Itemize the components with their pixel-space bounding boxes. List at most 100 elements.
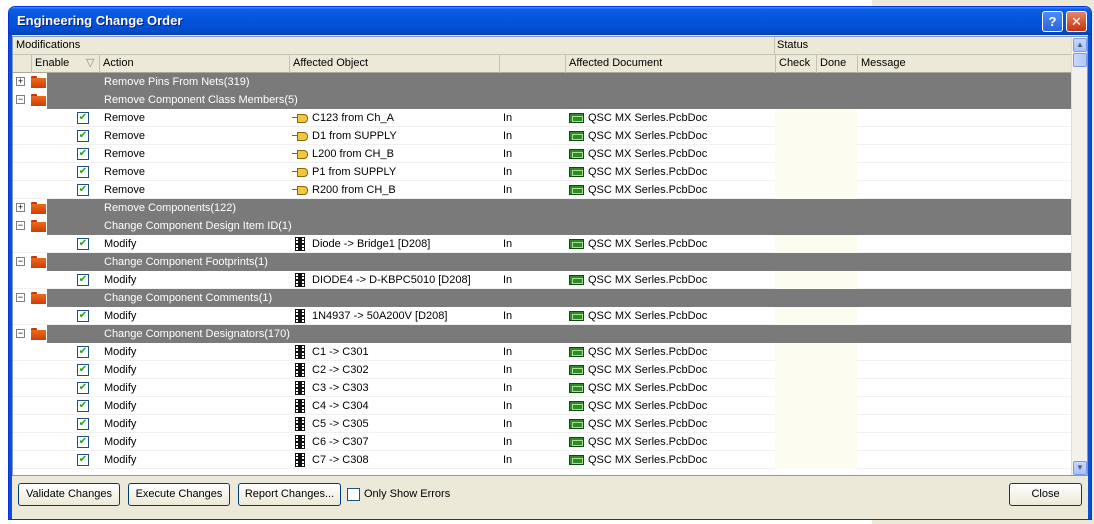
direction-cell: In [503, 238, 513, 250]
group-label: Remove Components(122) [104, 202, 237, 214]
change-row[interactable]: ✔ Remove C123 from Ch_A In QSC MX Serles.Pcb… [13, 109, 1073, 127]
enable-checkbox[interactable]: ✔ [77, 274, 89, 286]
direction-cell: In [503, 148, 513, 160]
column-affected-object[interactable]: Affected Object [289, 55, 499, 73]
expand-toggle-icon[interactable]: − [16, 95, 25, 104]
enable-checkbox[interactable]: ✔ [77, 112, 89, 124]
column-affected-document[interactable]: Affected Document [565, 55, 775, 73]
affected-object-cell: L200 from CH_B [312, 148, 394, 160]
change-row[interactable]: ✔ Modify C4 -> C304 In QSC MX Serles.PcbDoc [13, 397, 1073, 415]
group-row[interactable]: + Remove Components(122) [13, 199, 1073, 217]
change-row[interactable]: ✔ Remove P1 from SUPPLY In QSC MX Serles.Pcb… [13, 163, 1073, 181]
change-row[interactable]: ✔ Modify C3 -> C303 In QSC MX Serles.PcbDoc [13, 379, 1073, 397]
expand-toggle-icon[interactable]: + [16, 77, 25, 86]
change-row[interactable]: ✔ Remove L200 from CH_B In QSC MX Serles.Pcb… [13, 145, 1073, 163]
change-row[interactable]: ✔ Modify DIODE4 -> D-KBPC5010 [D208] In QSC … [13, 271, 1073, 289]
pcb-document-icon [569, 239, 584, 249]
help-button[interactable]: ? [1042, 11, 1063, 32]
change-row[interactable]: ✔ Modify Diode -> Bridge1 [D208] In QSC MX S… [13, 235, 1073, 253]
action-cell: Modify [104, 364, 137, 376]
affected-document-cell: QSC MX Serles.PcbDoc [588, 130, 708, 142]
pcb-document-icon [569, 419, 584, 429]
close-button[interactable]: Close [1009, 483, 1082, 506]
expand-toggle-icon[interactable]: − [16, 221, 25, 230]
action-cell: Modify [104, 454, 137, 466]
enable-checkbox[interactable]: ✔ [77, 130, 89, 142]
direction-cell: In [503, 364, 513, 376]
affected-document-cell: QSC MX Serles.PcbDoc [588, 364, 708, 376]
group-row[interactable]: − Change Component Comments(1) [13, 289, 1073, 307]
folder-icon [31, 76, 46, 88]
column-action[interactable]: Action [99, 55, 289, 73]
enable-checkbox[interactable]: ✔ [77, 238, 89, 250]
enable-checkbox[interactable]: ✔ [77, 346, 89, 358]
change-row[interactable]: ✔ Remove D1 from SUPPLY In QSC MX Serles.Pcb… [13, 127, 1073, 145]
component-icon [295, 417, 305, 431]
affected-document-cell: QSC MX Serles.PcbDoc [588, 184, 708, 196]
only-show-errors-checkbox[interactable] [347, 488, 360, 501]
validate-changes-button[interactable]: Validate Changes [18, 483, 120, 506]
component-icon [295, 399, 305, 413]
column-check[interactable]: Check [775, 55, 816, 73]
close-window-button[interactable]: ✕ [1066, 11, 1087, 32]
pcb-document-icon [569, 311, 584, 321]
group-row[interactable]: − Change Component Footprints(1) [13, 253, 1073, 271]
enable-checkbox[interactable]: ✔ [77, 184, 89, 196]
scroll-up-button[interactable]: ▲ [1073, 38, 1087, 52]
component-icon [295, 309, 305, 323]
column-enable[interactable]: Enable ▽ [31, 55, 99, 73]
expand-toggle-icon[interactable]: − [16, 257, 25, 266]
change-row[interactable]: ✔ Modify 1N4937 -> 50A200V [D208] In QSC MX … [13, 307, 1073, 325]
scroll-down-button[interactable]: ▼ [1073, 461, 1087, 475]
enable-checkbox[interactable]: ✔ [77, 400, 89, 412]
action-cell: Remove [104, 112, 145, 124]
pcb-document-icon [569, 167, 584, 177]
group-row[interactable]: − Remove Component Class Members(5) [13, 91, 1073, 109]
window-frame-right [1088, 35, 1091, 519]
group-label: Remove Component Class Members(5) [104, 94, 298, 106]
expand-toggle-icon[interactable]: − [16, 293, 25, 302]
affected-object-cell: DIODE4 -> D-KBPC5010 [D208] [312, 274, 471, 286]
enable-checkbox[interactable]: ✔ [77, 166, 89, 178]
expand-toggle-icon[interactable]: − [16, 329, 25, 338]
direction-cell: In [503, 310, 513, 322]
execute-changes-button[interactable]: Execute Changes [128, 483, 230, 506]
affected-document-cell: QSC MX Serles.PcbDoc [588, 274, 708, 286]
group-row[interactable]: − Change Component Design Item ID(1) [13, 217, 1073, 235]
vertical-scrollbar[interactable]: ▲ ▼ [1071, 37, 1087, 475]
pcb-document-icon [569, 347, 584, 357]
status-cell [775, 343, 857, 361]
enable-checkbox[interactable]: ✔ [77, 418, 89, 430]
enable-checkbox[interactable]: ✔ [77, 382, 89, 394]
change-row[interactable]: ✔ Remove R200 from CH_B In QSC MX Serles.Pcb… [13, 181, 1073, 199]
affected-document-cell: QSC MX Serles.PcbDoc [588, 166, 708, 178]
status-cell [775, 127, 857, 145]
column-message[interactable]: Message [857, 55, 1073, 73]
report-changes-button[interactable]: Report Changes... [238, 483, 341, 506]
expand-toggle-icon[interactable]: + [16, 203, 25, 212]
change-row[interactable]: ✔ Modify C7 -> C308 In QSC MX Serles.PcbDoc [13, 451, 1073, 469]
rows-container: + Remove Pins From Nets(319) − Remove Compo… [13, 73, 1073, 475]
scroll-thumb[interactable] [1073, 53, 1087, 67]
change-row[interactable]: ✔ Modify C5 -> C305 In QSC MX Serles.PcbDoc [13, 415, 1073, 433]
change-row[interactable]: ✔ Modify C1 -> C301 In QSC MX Serles.PcbDoc [13, 343, 1073, 361]
change-row[interactable]: ✔ Modify C6 -> C307 In QSC MX Serles.PcbDoc [13, 433, 1073, 451]
enable-checkbox[interactable]: ✔ [77, 436, 89, 448]
enable-checkbox[interactable]: ✔ [77, 364, 89, 376]
folder-icon [31, 292, 46, 304]
group-row[interactable]: − Change Component Designators(170) [13, 325, 1073, 343]
change-row[interactable]: ✔ Modify C2 -> C302 In QSC MX Serles.PcbDoc [13, 361, 1073, 379]
enable-checkbox[interactable]: ✔ [77, 310, 89, 322]
enable-checkbox[interactable]: ✔ [77, 148, 89, 160]
only-show-errors-label: Only Show Errors [364, 488, 451, 500]
column-direction[interactable] [499, 55, 565, 73]
dialog-title: Engineering Change Order [17, 13, 183, 28]
enable-checkbox[interactable]: ✔ [77, 454, 89, 466]
group-row[interactable]: + Remove Pins From Nets(319) [13, 73, 1073, 91]
column-done[interactable]: Done [816, 55, 857, 73]
pcb-document-icon [569, 113, 584, 123]
direction-cell: In [503, 400, 513, 412]
net-class-icon [292, 132, 308, 141]
folder-icon [31, 202, 46, 214]
affected-object-cell: C123 from Ch_A [312, 112, 394, 124]
